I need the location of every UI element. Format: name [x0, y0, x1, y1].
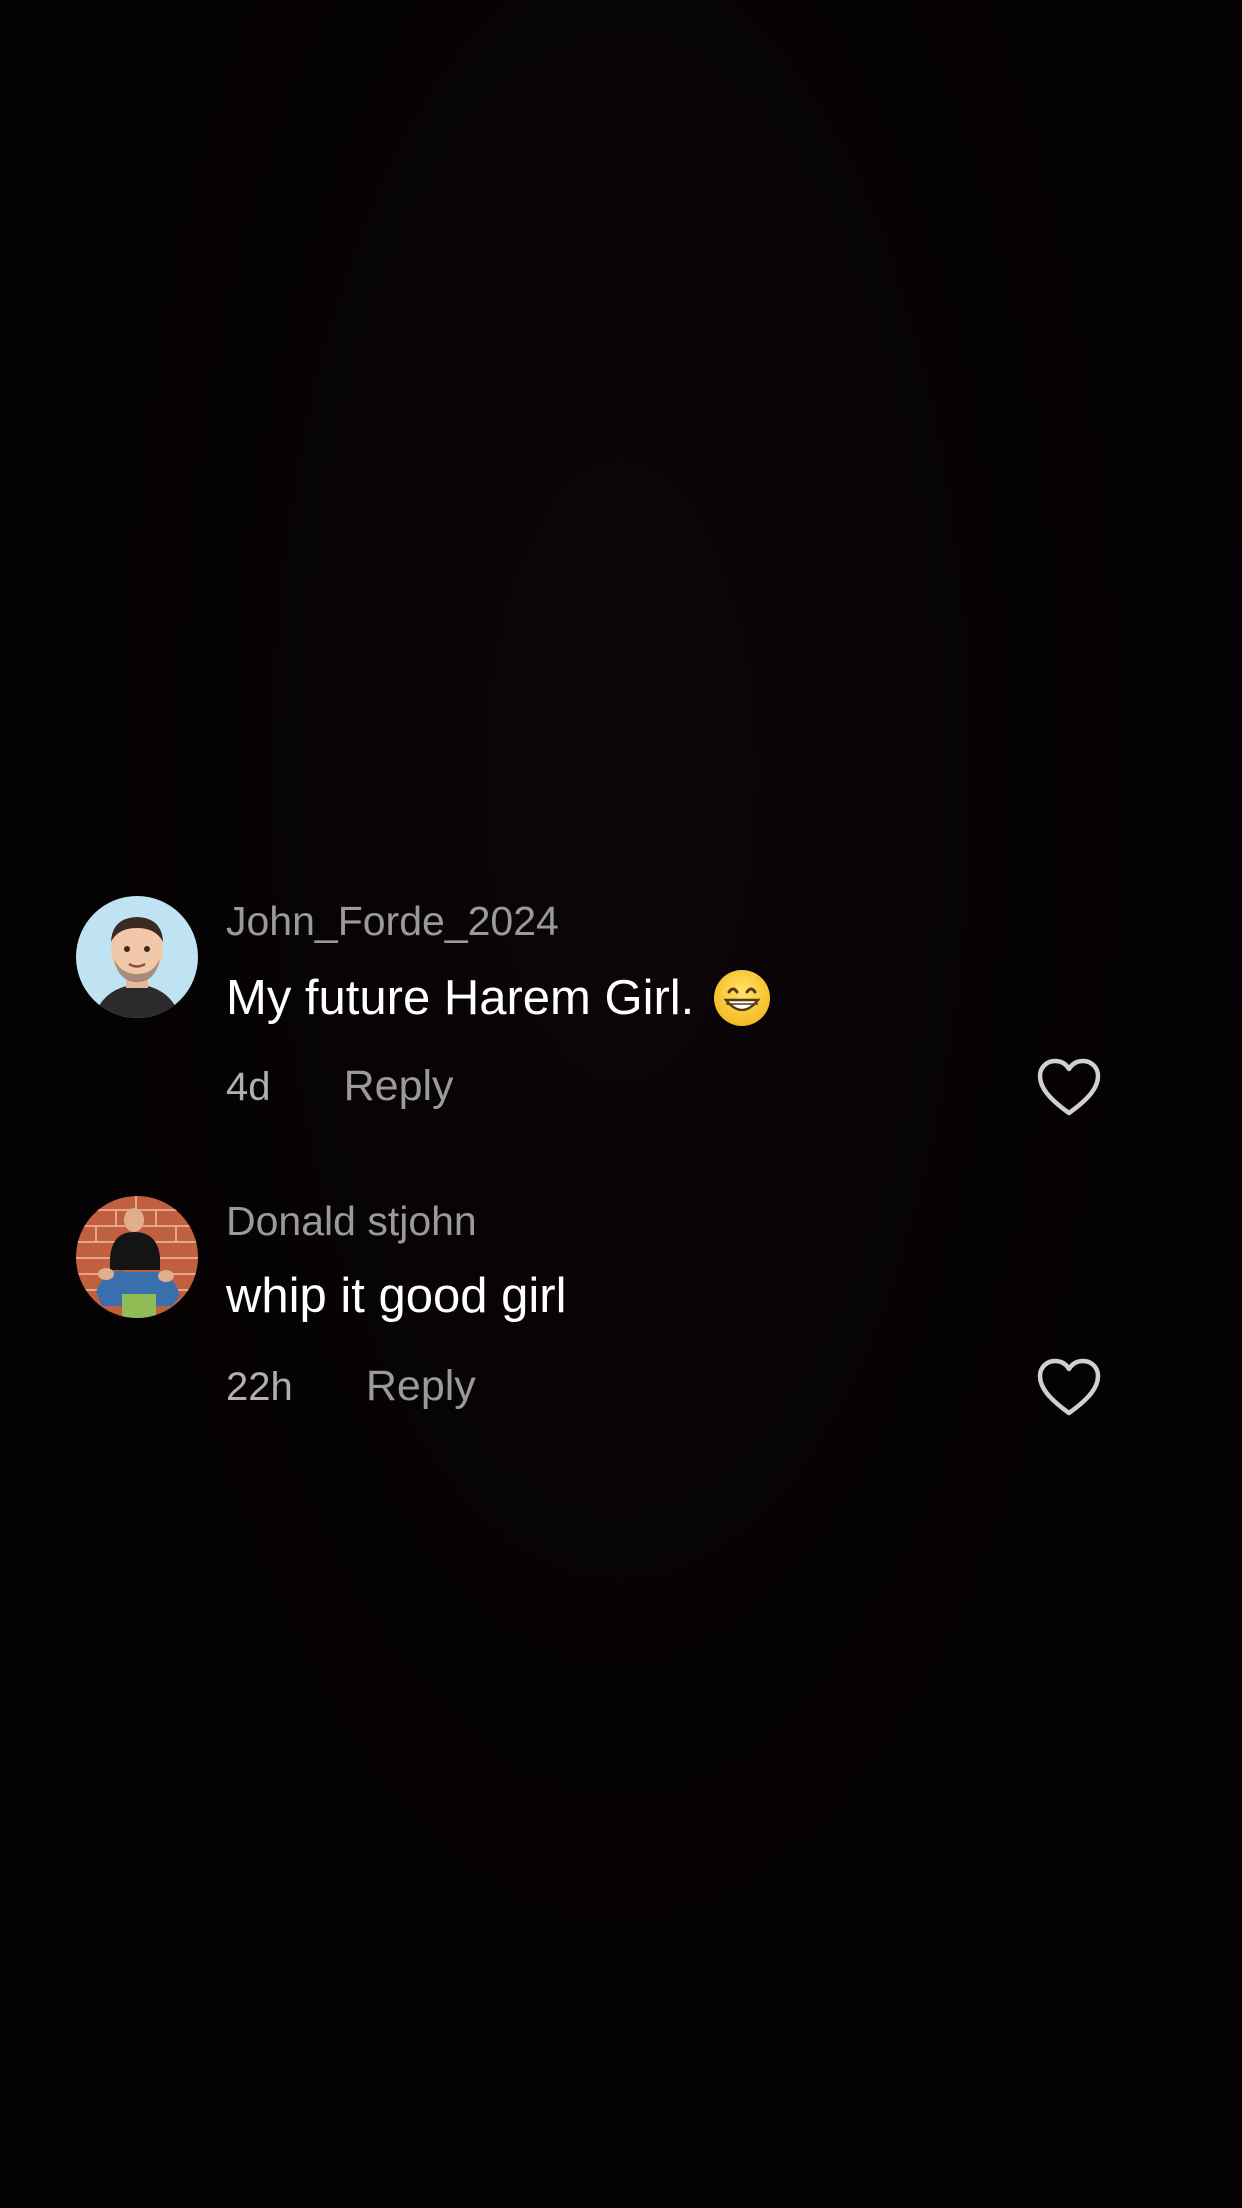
memoji-avatar-icon — [76, 896, 198, 1018]
reply-button[interactable]: Reply — [344, 1062, 454, 1111]
like-button[interactable] — [1036, 1358, 1102, 1418]
comment-body: My future Harem Girl. — [226, 971, 695, 1025]
avatar[interactable] — [76, 896, 198, 1018]
comment-username[interactable]: John_Forde_2024 — [226, 898, 559, 945]
comment-meta: 22h Reply — [226, 1362, 476, 1411]
reply-button[interactable]: Reply — [366, 1362, 476, 1411]
comment-meta: 4d Reply — [226, 1062, 454, 1111]
comment-item: John_Forde_2024 My future Harem Girl. 4d… — [0, 880, 1242, 1180]
comment-timestamp: 22h — [226, 1365, 293, 1409]
like-button[interactable] — [1036, 1058, 1102, 1118]
comment-timestamp: 4d — [226, 1065, 271, 1109]
grinning-face-icon — [712, 968, 772, 1028]
comment-body: whip it good girl — [226, 1269, 567, 1323]
comment-list: John_Forde_2024 My future Harem Girl. 4d… — [0, 880, 1242, 1480]
comment-text: whip it good girl — [226, 1268, 566, 1324]
avatar[interactable] — [76, 1196, 198, 1318]
comment-username[interactable]: Donald stjohn — [226, 1198, 477, 1245]
heart-icon — [1037, 1058, 1101, 1116]
heart-icon — [1037, 1358, 1101, 1416]
comment-item: Donald stjohn whip it good girl 22h Repl… — [0, 1180, 1242, 1480]
photo-avatar-icon — [76, 1196, 198, 1318]
comment-text: My future Harem Girl. — [226, 968, 772, 1028]
